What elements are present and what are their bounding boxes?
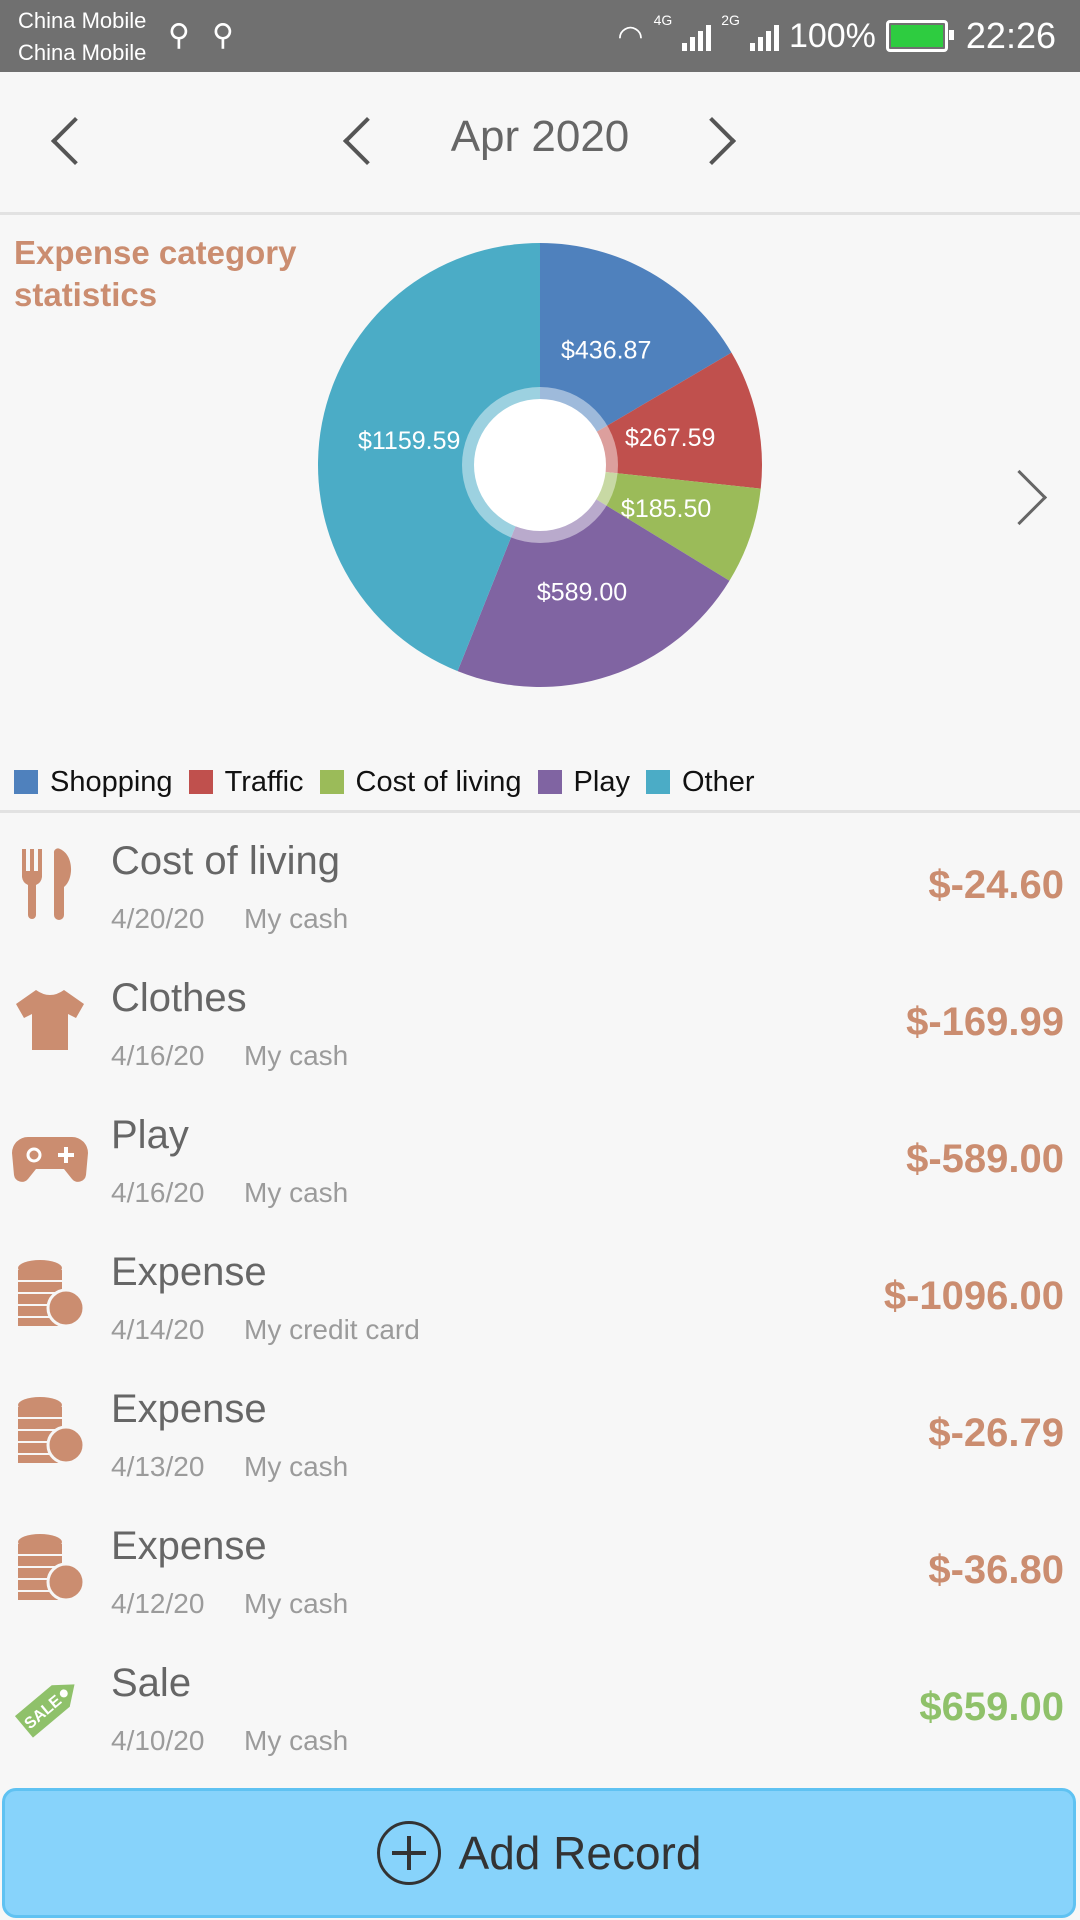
records-list: Cost of living 4/20/20 My cash $-24.60 Clot… — [0, 813, 1080, 1772]
status-bar: China Mobile China Mobile ⚲ ⚲ ◠ 4G 2G 10… — [0, 0, 1080, 72]
gamepad-icon — [10, 1117, 90, 1197]
add-record-button[interactable]: Add Record — [2, 1788, 1076, 1918]
record-row[interactable]: Expense 4/13/20 My cash $-26.79 — [0, 1361, 1080, 1498]
coins-icon — [10, 1254, 90, 1334]
record-account: My cash — [244, 1725, 349, 1756]
record-category: Expense — [111, 1387, 267, 1431]
fork-knife-icon — [10, 843, 90, 923]
record-amount: $-1096.00 — [883, 1274, 1064, 1318]
legend-item: Shopping — [14, 766, 173, 799]
add-record-label: Add Record — [458, 1827, 702, 1879]
legend-item: Traffic — [188, 765, 304, 799]
record-category: Clothes — [111, 976, 247, 1020]
pie-slice-label: $436.87 — [561, 336, 651, 364]
coins-icon — [10, 1528, 90, 1608]
record-account: My cash — [244, 903, 349, 934]
record-amount: $659.00 — [919, 1685, 1064, 1729]
legend-item: Play — [537, 765, 630, 799]
next-month-icon[interactable] — [687, 116, 737, 166]
record-date: 4/16/20 — [111, 1177, 205, 1208]
signal-icon — [749, 21, 779, 51]
record-amount: $-36.80 — [928, 1548, 1064, 1592]
record-amount: $-589.00 — [906, 1137, 1064, 1181]
plus-circle-icon — [376, 1821, 441, 1885]
carrier-1: China Mobile — [18, 8, 147, 33]
legend-swatch — [14, 770, 38, 794]
usb-icon: ⚲ — [168, 19, 190, 52]
record-amount: $-24.60 — [928, 863, 1064, 907]
header: Apr 2020 — [0, 72, 1080, 215]
pie-slice-label: $267.59 — [625, 424, 715, 452]
back-arrow-icon[interactable] — [50, 116, 100, 166]
record-date: 4/20/20 — [111, 903, 205, 934]
record-date: 4/16/20 — [111, 1040, 205, 1071]
pie-chart: $436.87 $267.59 $185.50 $589.00 $1159.59 — [318, 243, 762, 687]
battery-percent: 100% — [788, 16, 876, 55]
month-title: Apr 2020 — [450, 112, 630, 161]
legend-item: Cost of living — [319, 765, 522, 799]
status-indicators: ◠ 4G 2G 100% 22:26 — [617, 12, 1056, 60]
legend-label: Other — [681, 765, 755, 798]
record-row[interactable]: Clothes 4/16/20 My cash $-169.99 — [0, 950, 1080, 1087]
record-account: My credit card — [244, 1314, 420, 1345]
record-category: Sale — [111, 1661, 192, 1705]
pie-slice-label: $185.50 — [621, 495, 711, 523]
record-row[interactable]: Play 4/16/20 My cash $-589.00 — [0, 1087, 1080, 1224]
record-row[interactable]: Expense 4/12/20 My cash $-36.80 — [0, 1498, 1080, 1635]
record-category: Expense — [111, 1524, 267, 1568]
record-amount: $-26.79 — [928, 1411, 1064, 1455]
battery-icon — [885, 20, 954, 52]
legend-label: Play — [573, 765, 630, 798]
signal-icon — [682, 21, 712, 51]
legend-swatch — [319, 770, 344, 794]
shirt-icon — [10, 980, 90, 1060]
legend-label: Traffic — [224, 765, 304, 798]
record-date: 4/13/20 — [111, 1451, 205, 1482]
usb-icon: ⚲ — [212, 19, 234, 52]
sale-tag-icon: SALE — [10, 1665, 90, 1745]
record-row[interactable]: SALE Sale 4/10/20 My cash $659.00 — [0, 1635, 1080, 1772]
network-type-2: 2G — [721, 12, 740, 28]
screen: China Mobile China Mobile ⚲ ⚲ ◠ 4G 2G 10… — [0, 0, 1080, 1920]
wifi-icon: ◠ — [617, 19, 644, 53]
legend-label: Cost of living — [355, 765, 522, 798]
record-date: 4/12/20 — [111, 1588, 205, 1619]
legend-swatch — [537, 770, 562, 794]
clock: 22:26 — [965, 15, 1056, 56]
record-account: My cash — [244, 1588, 349, 1619]
legend-swatch — [188, 770, 213, 794]
legend-swatch — [645, 770, 670, 794]
pie-slice-label: $589.00 — [537, 578, 627, 606]
carrier-2: China Mobile — [18, 40, 147, 65]
record-account: My cash — [244, 1040, 349, 1071]
coins-icon — [10, 1391, 90, 1471]
network-type-1: 4G — [653, 12, 673, 28]
pie-slice-label: $1159.59 — [358, 427, 460, 455]
chart-legend: Shopping Traffic Cost of living Play Other — [14, 762, 755, 802]
record-category: Play — [111, 1113, 189, 1157]
record-category: Expense — [111, 1250, 267, 1294]
record-category: Cost of living — [111, 839, 340, 883]
record-row[interactable]: Cost of living 4/20/20 My cash $-24.60 — [0, 813, 1080, 950]
legend-label: Shopping — [50, 765, 173, 798]
previous-month-icon[interactable] — [342, 116, 392, 166]
legend-item: Other — [645, 765, 755, 799]
record-account: My cash — [244, 1177, 349, 1208]
record-date: 4/10/20 — [111, 1725, 205, 1756]
record-account: My cash — [244, 1451, 349, 1482]
record-row[interactable]: Expense 4/14/20 My credit card $-1096.00 — [0, 1224, 1080, 1361]
record-amount: $-169.99 — [906, 1000, 1064, 1044]
pie-center-hole — [474, 399, 606, 531]
record-date: 4/14/20 — [111, 1314, 205, 1345]
